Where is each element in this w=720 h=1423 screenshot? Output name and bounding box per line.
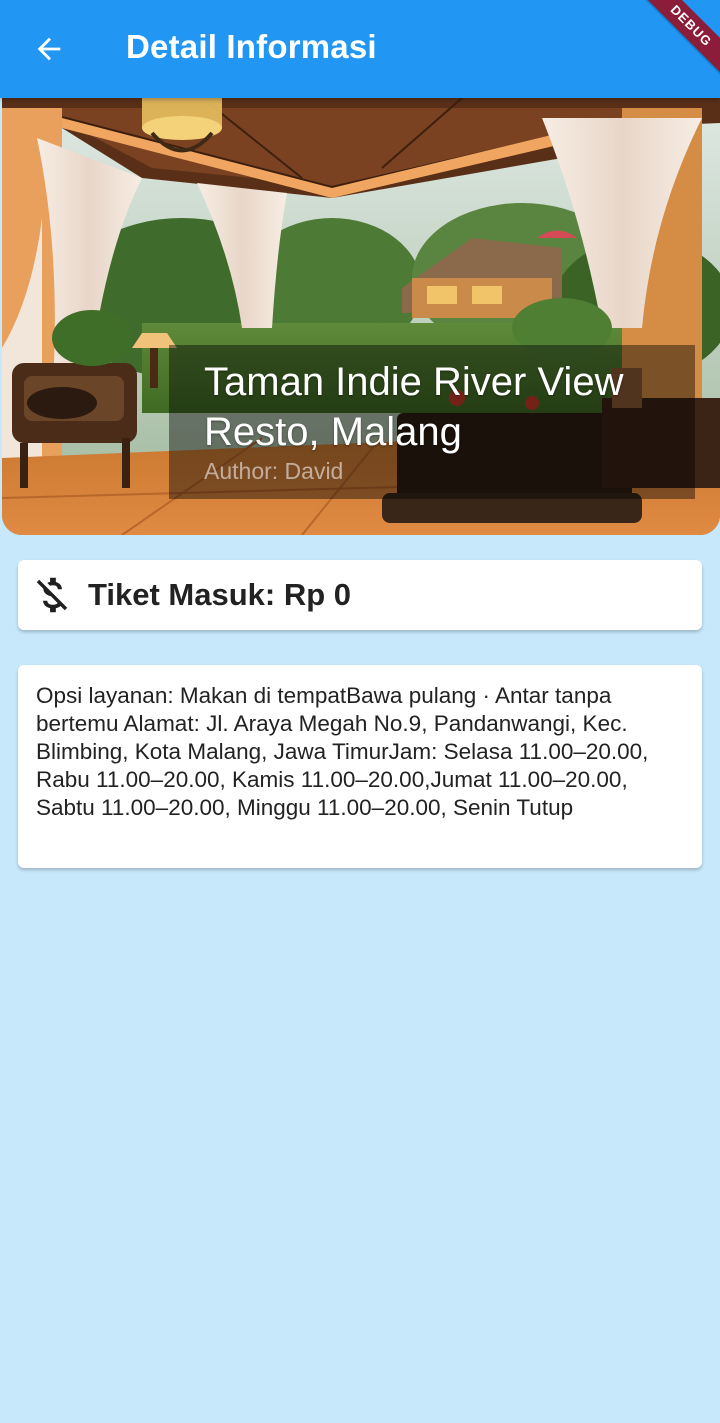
info-card: Opsi layanan: Makan di tempatBawa pulang… (18, 665, 702, 868)
money-off-icon (28, 567, 76, 623)
back-button[interactable] (22, 22, 76, 76)
ticket-price-label: Tiket Masuk: Rp 0 (88, 577, 352, 612)
author-label: Author: David (204, 458, 344, 484)
hero-image: Taman Indie River View Resto, Malang Aut… (2, 98, 720, 535)
page-title: Detail Informasi (126, 28, 377, 65)
ticket-card: Tiket Masuk: Rp 0 (18, 560, 702, 630)
debug-banner: DEBUG (629, 0, 720, 88)
app-bar: Detail Informasi DEBUG (0, 0, 720, 98)
place-title: Taman Indie River View Resto, Malang (204, 360, 624, 454)
hero-caption: Taman Indie River View Resto, Malang Aut… (169, 345, 695, 499)
info-description: Opsi layanan: Makan di tempatBawa pulang… (36, 683, 649, 820)
arrow-left-icon (37, 37, 61, 61)
